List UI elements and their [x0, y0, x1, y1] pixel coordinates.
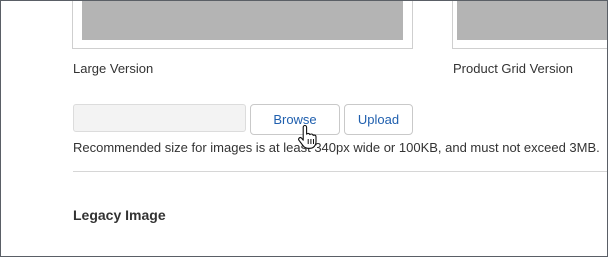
section-divider — [73, 171, 607, 172]
large-image-preview — [72, 1, 413, 49]
image-size-hint: Recommended size for images is at least … — [73, 140, 600, 155]
hand-pointer-icon — [298, 125, 317, 149]
large-image-placeholder — [82, 1, 403, 40]
product-grid-image-preview — [452, 1, 607, 49]
large-version-caption: Large Version — [73, 61, 154, 76]
legacy-image-heading: Legacy Image — [73, 207, 166, 223]
window-frame: Large Version Product Grid Version Brows… — [0, 0, 608, 257]
browse-button[interactable]: Browse — [250, 104, 340, 135]
product-grid-version-caption: Product Grid Version — [453, 61, 573, 76]
file-path-field[interactable] — [73, 104, 246, 132]
upload-button[interactable]: Upload — [344, 104, 413, 135]
product-grid-image-placeholder — [457, 1, 607, 40]
